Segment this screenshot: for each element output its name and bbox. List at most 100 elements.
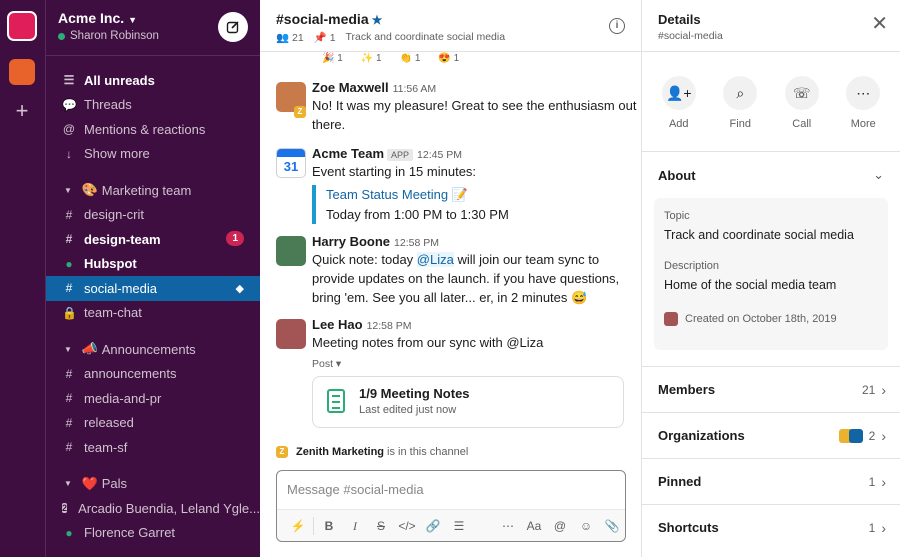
topic-label: Topic [664,210,690,222]
workspace-header[interactable]: Acme Inc. ▼ Sharon Robinson [46,0,260,56]
avatar[interactable] [276,236,306,266]
sidebar-item-label: announcements [84,366,177,382]
description-label: Description [664,260,720,272]
workspace-rail: + [0,0,46,557]
caret-down-icon: ▼ [64,344,72,354]
hash-icon: # [65,366,73,381]
avatar[interactable] [276,319,306,349]
sidebar-item-social-media[interactable]: # social-media ◆ [46,276,260,301]
message-author[interactable]: Harry Boone [312,234,390,249]
chevron-down-icon: ▼ [128,15,138,25]
add-button[interactable]: 👤+ Add [655,76,703,151]
presence-dot-icon: ● [65,525,73,540]
about-section-header[interactable]: About ⌄ [642,152,900,198]
message-time[interactable]: 12:58 PM [367,320,412,332]
close-icon[interactable]: ✕ [871,14,888,34]
sidebar-item-media-and-pr[interactable]: # media-and-pr [46,386,260,411]
section-announcements[interactable]: ▼ 📣 Announcements [46,337,260,362]
workspace-other-icon[interactable] [9,59,35,85]
sidebar: Acme Inc. ▼ Sharon Robinson ☰ All unreads … [46,0,260,557]
add-workspace-icon[interactable]: + [11,100,33,122]
sidebar-item-label: released [84,415,134,431]
call-button[interactable]: ☏ Call [778,76,826,151]
details-row-organizations[interactable]: Organizations 2 › [642,412,900,458]
message: Z Zoe Maxwell 11:56 AM No! It was my plea… [260,80,641,134]
details-row-shortcuts[interactable]: Shortcuts 1 › [642,504,900,550]
sidebar-item-all-unreads[interactable]: ☰ All unreads [46,68,260,93]
channel-view: #social-media ★ 👥 21 📌 1 Track and coordi… [260,0,642,557]
event-title-link[interactable]: Team Status Meeting 📝 [326,185,641,204]
message-input[interactable] [287,482,617,497]
section-marketing-team[interactable]: ▼ 🎨 Marketing team [46,178,260,203]
sidebar-item-team-sf[interactable]: # team-sf [46,435,260,460]
compose-button[interactable] [218,12,248,42]
list-icon[interactable]: ☰ [446,514,472,538]
more-button[interactable]: ⋯ More [839,76,887,151]
reaction-bar: 🎉 1 ✨ 1 👏 1 😍 1 [260,52,641,74]
row-value: 1 [868,520,876,535]
document-icon [327,389,345,413]
sidebar-item-design-crit[interactable]: # design-crit [46,203,260,228]
details-row-pinned[interactable]: Pinned 1 › [642,458,900,504]
message-text: No! It was my pleasure! Great to see the… [312,98,637,132]
sidebar-item-label: Arcadio Buendia, Leland Ygle... [78,500,260,516]
mention-icon[interactable]: @ [547,514,573,538]
topic-value[interactable]: Track and coordinate social media [664,228,878,242]
description-value[interactable]: Home of the social media team [664,278,878,292]
row-label: Pinned [658,474,702,489]
message-time[interactable]: 11:56 AM [393,83,437,95]
more-icon[interactable]: ⋯ [495,514,521,538]
pin-count-value: 1 [329,32,336,44]
post-label[interactable]: Post ▾ [312,358,641,370]
message-author[interactable]: Zoe Maxwell [312,80,389,95]
workspace-name[interactable]: Acme Inc. [58,10,124,26]
reaction-chip[interactable]: 😍 1 [432,52,465,74]
reaction-chip[interactable]: ✨ 1 [355,52,388,74]
sidebar-item-group-dm[interactable]: 2 Arcadio Buendia, Leland Ygle... [46,496,260,521]
code-icon[interactable]: </> [394,514,420,538]
section-pals[interactable]: ▼ ❤️ Pals [46,472,260,497]
member-count[interactable]: 👥 21 [276,31,304,44]
italic-icon[interactable]: I [342,514,368,538]
info-icon[interactable]: i [609,18,625,34]
details-row-members[interactable]: Members 21 › [642,366,900,412]
sidebar-item-label: Threads [84,97,132,113]
row-label: Organizations [658,428,745,443]
hash-icon: # [65,440,73,455]
workspace-acme-icon[interactable] [7,11,37,41]
channel-name[interactable]: #social-media [276,11,369,27]
sidebar-item-released[interactable]: # released [46,411,260,436]
members-icon: 👥 [276,32,290,44]
user-mention[interactable]: @Liza [416,252,454,267]
reaction-chip[interactable]: 👏 1 [394,52,427,74]
message-author[interactable]: Acme Team [312,146,384,161]
sidebar-item-mentions[interactable]: @ Mentions & reactions [46,117,260,142]
strikethrough-icon[interactable]: S [368,514,394,538]
message-author[interactable]: Lee Hao [312,317,363,332]
bold-icon[interactable]: B [316,514,342,538]
hash-icon: # [65,232,73,247]
sidebar-item-announcements[interactable]: # announcements [46,362,260,387]
shortcuts-icon[interactable]: ⚡ [285,514,311,538]
link-icon[interactable]: 🔗 [420,514,446,538]
sidebar-item-threads[interactable]: 💬 Threads [46,93,260,118]
post-attachment[interactable]: 1/9 Meeting Notes Last edited just now [312,376,624,428]
text-format-icon[interactable]: Aa [521,514,547,538]
channel-topic[interactable]: Track and coordinate social media [346,31,506,44]
attach-icon[interactable]: 📎 [599,514,625,538]
sidebar-item-show-more[interactable]: ↓ Show more [46,142,260,167]
reaction-chip[interactable]: 🎉 1 [316,52,349,74]
org-name[interactable]: Zenith Marketing [296,446,384,458]
sidebar-item-hubspot[interactable]: ● Hubspot [46,252,260,277]
sidebar-item-team-chat[interactable]: 🔒 team-chat [46,301,260,326]
message-time[interactable]: 12:58 PM [394,237,439,249]
pin-count[interactable]: 📌 1 [314,31,336,44]
sidebar-item-florence-garret[interactable]: ● Florence Garret [46,521,260,546]
calendar-app-icon[interactable]: 31 [276,148,306,178]
star-icon[interactable]: ★ [372,13,383,27]
emoji-icon[interactable]: ☺ [573,514,599,538]
find-button[interactable]: ⌕ Find [716,76,764,151]
section-emoji: 🎨 [81,182,99,198]
message-time[interactable]: 12:45 PM [417,149,462,161]
sidebar-item-design-team[interactable]: # design-team 1 [46,227,260,252]
